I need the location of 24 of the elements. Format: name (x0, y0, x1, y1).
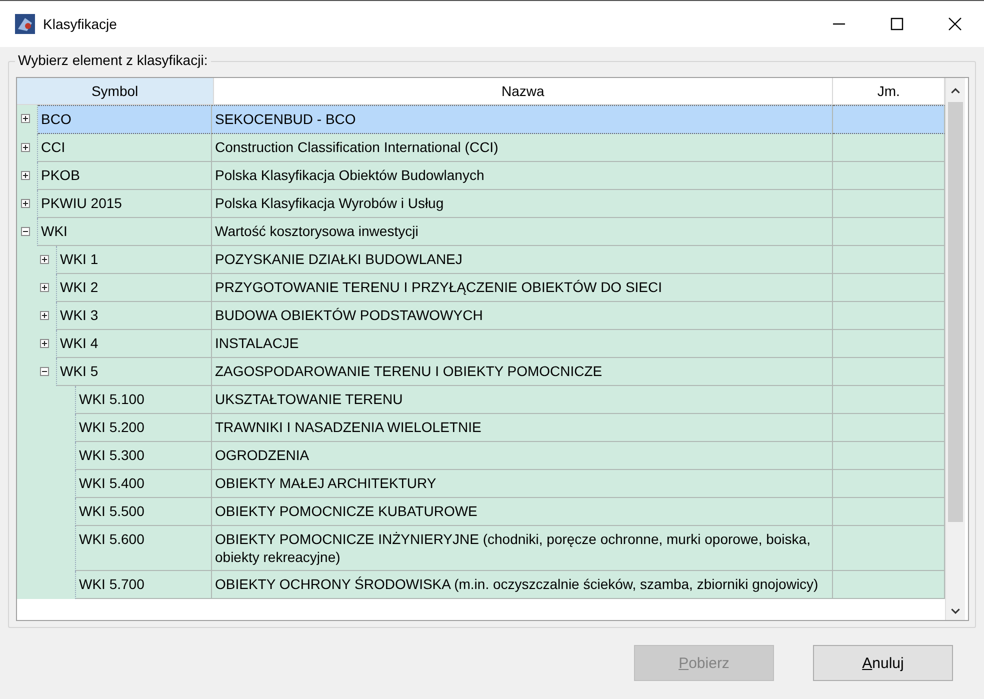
collapse-icon[interactable] (40, 367, 49, 376)
expand-icon[interactable] (40, 283, 49, 292)
expand-icon[interactable] (21, 199, 30, 208)
name-cell: SEKOCENBUD - BCO (212, 105, 833, 134)
name-cell: OBIEKTY OCHRONY ŚRODOWISKA (m.in. oczyszczalnie ścieków, szamba, zbiorniki gnojowicy) (212, 571, 833, 599)
expand-icon[interactable] (40, 339, 49, 348)
expand-icon[interactable] (40, 255, 49, 264)
group-label: Wybierz element z klasyfikacji: (15, 52, 211, 68)
column-header[interactable]: Nazwa (214, 78, 834, 104)
window-title: Klasyfikacje (43, 16, 117, 32)
expand-icon[interactable] (40, 311, 49, 320)
maximize-icon[interactable] (890, 17, 904, 31)
scrollbar[interactable] (945, 78, 965, 620)
close-icon[interactable] (948, 17, 962, 31)
symbol-cell[interactable]: WKI 5.700 (76, 571, 212, 599)
scroll-thumb[interactable] (948, 102, 963, 522)
app-icon (15, 14, 35, 34)
expand-icon[interactable] (21, 171, 30, 180)
collapse-icon[interactable] (21, 227, 30, 236)
dialog-button[interactable]: Anuluj (813, 645, 953, 681)
expand-icon[interactable] (21, 143, 30, 152)
expand-icon[interactable] (21, 114, 30, 123)
column-header[interactable]: Symbol (17, 78, 214, 104)
symbol-cell[interactable]: BCO (38, 105, 212, 134)
